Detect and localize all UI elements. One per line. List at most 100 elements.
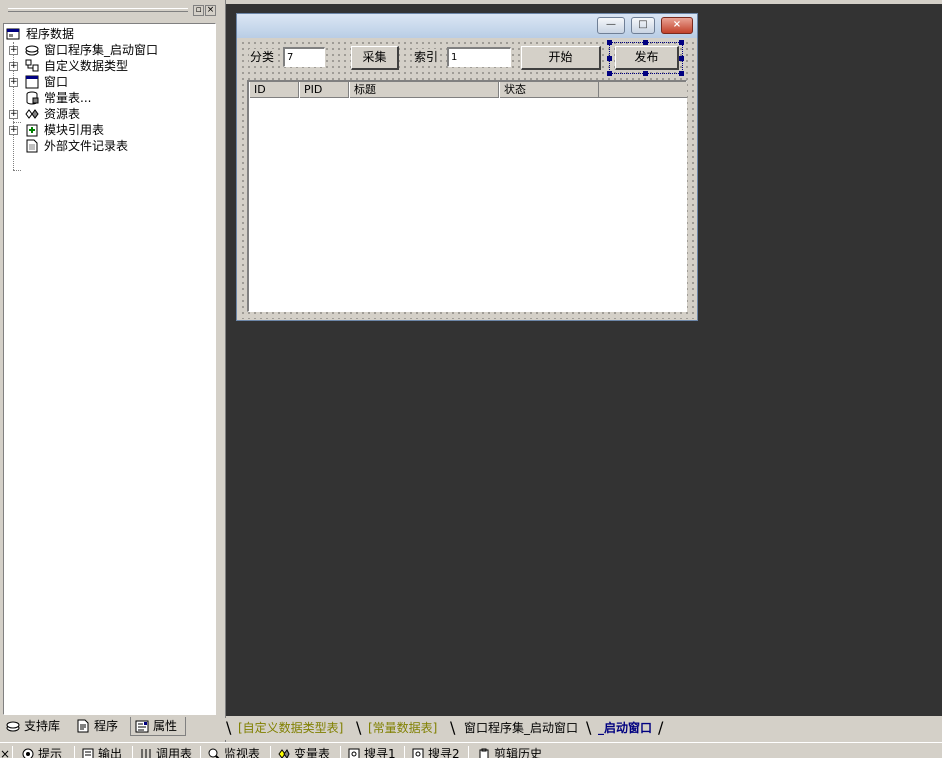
divider <box>404 746 405 758</box>
tab-separator: \ <box>226 718 232 737</box>
tab-startup-window[interactable]: _启动窗口 <box>598 718 652 738</box>
divider <box>340 746 341 758</box>
tab-hints[interactable]: 提示 <box>22 747 62 758</box>
left-panel: ▫ × 程序数据 + 窗口程序集_启动窗口 + 自定义数据类型 + 窗口 常量表… <box>0 0 222 742</box>
tree-item-custom-types[interactable]: + 自定义数据类型 <box>4 58 204 74</box>
resize-handle[interactable] <box>607 71 612 76</box>
column-header-id[interactable]: ID <box>249 82 299 98</box>
tab-window-assembly[interactable]: 窗口程序集_启动窗口 <box>464 718 578 738</box>
tab-label: 搜寻1 <box>364 747 396 758</box>
hint-icon <box>22 748 34 758</box>
tab-constant-table[interactable]: [常量数据表] <box>368 718 437 738</box>
tab-label: 输出 <box>98 747 123 758</box>
category-input[interactable]: 7 <box>283 47 325 67</box>
tree-item-window-assembly[interactable]: + 窗口程序集_启动窗口 <box>4 42 204 58</box>
data-type-icon <box>25 59 39 72</box>
tree-item-windows[interactable]: + 窗口 <box>4 74 204 90</box>
assembly-icon <box>25 45 39 56</box>
close-icon: × <box>206 5 215 15</box>
close-icon: × <box>672 19 682 30</box>
panel-splitter[interactable] <box>218 0 226 742</box>
resize-handle[interactable] <box>679 40 684 45</box>
clipboard-icon <box>479 748 489 758</box>
expand-toggle[interactable]: + <box>9 46 18 55</box>
tab-variable-table[interactable]: 变量表 <box>278 747 330 758</box>
tab-clipboard-history[interactable]: 剪辑历史 <box>478 747 542 758</box>
resize-handle[interactable] <box>643 40 648 45</box>
call-table-icon <box>141 749 151 758</box>
design-workspace[interactable]: — □ × 分类 7 采集 索引 1 开始 发布 ID PID 标题 状态 <box>226 4 942 716</box>
minimize-icon: — <box>606 19 616 30</box>
form-titlebar[interactable]: — □ × <box>237 14 697 38</box>
program-icon <box>77 719 89 733</box>
bottom-close-button[interactable]: × <box>0 747 10 758</box>
module-icon <box>26 124 38 137</box>
tab-label: 属性 <box>153 719 178 733</box>
minimize-button[interactable]: — <box>597 17 625 34</box>
expand-toggle[interactable]: + <box>9 110 18 119</box>
tab-call-table[interactable]: 调用表 <box>140 747 192 758</box>
maximize-button[interactable]: □ <box>631 17 655 34</box>
resize-handle[interactable] <box>607 40 612 45</box>
tab-label: 提示 <box>38 747 63 758</box>
tab-support-library[interactable]: 支持库 <box>2 717 72 736</box>
resize-handle[interactable] <box>679 56 684 61</box>
start-button[interactable]: 开始 <box>521 46 601 70</box>
resize-handle[interactable] <box>679 71 684 76</box>
watch-icon <box>208 748 220 758</box>
expand-toggle[interactable]: + <box>9 62 18 71</box>
panel-drag-grip[interactable] <box>8 8 188 12</box>
output-icon <box>82 748 94 758</box>
expand-toggle[interactable]: + <box>9 78 18 87</box>
panel-close-button[interactable]: × <box>205 5 216 16</box>
form-designer-window[interactable]: — □ × 分类 7 采集 索引 1 开始 发布 ID PID 标题 状态 <box>236 13 698 321</box>
tree-item-label: 模块引用表 <box>44 123 105 137</box>
column-header-title[interactable]: 标题 <box>349 82 499 98</box>
results-listview[interactable]: ID PID 标题 状态 <box>247 80 687 312</box>
tab-watch-table[interactable]: 监视表 <box>208 747 260 758</box>
tree-item-label: 自定义数据类型 <box>44 59 129 73</box>
document-tabs: \ [自定义数据类型表] \ [常量数据表] \ 窗口程序集_启动窗口 \ _启… <box>222 718 942 740</box>
divider <box>74 746 75 758</box>
tab-custom-data-types[interactable]: [自定义数据类型表] <box>238 718 343 738</box>
tab-properties[interactable]: 属性 <box>130 717 186 736</box>
library-icon <box>6 721 20 732</box>
column-header-pid[interactable]: PID <box>299 82 349 98</box>
tree-item-external-files[interactable]: 外部文件记录表 <box>4 138 204 154</box>
search-icon <box>412 748 424 758</box>
tree-item-label: 资源表 <box>44 107 81 121</box>
panel-restore-button[interactable]: ▫ <box>193 5 204 16</box>
tab-label: 程序 <box>94 719 119 733</box>
tree-item-resources[interactable]: + 资源表 <box>4 106 204 122</box>
divider <box>270 746 271 758</box>
tab-output[interactable]: 输出 <box>82 747 122 758</box>
tab-search-1[interactable]: 搜寻1 <box>348 747 396 758</box>
category-label: 分类 <box>249 49 276 65</box>
tab-label: 变量表 <box>294 747 331 758</box>
tree-item-module-references[interactable]: + 模块引用表 <box>4 122 204 138</box>
expand-toggle[interactable]: + <box>9 126 18 135</box>
tab-search-2[interactable]: 搜寻2 <box>412 747 460 758</box>
tab-separator: / <box>658 718 664 737</box>
index-input[interactable]: 1 <box>447 47 511 67</box>
tree-connector <box>13 170 21 171</box>
variable-icon <box>278 749 290 758</box>
program-data-icon <box>6 28 20 40</box>
resize-handle[interactable] <box>607 56 612 61</box>
listview-header: ID PID 标题 状态 <box>249 82 687 98</box>
program-tree[interactable]: 程序数据 + 窗口程序集_启动窗口 + 自定义数据类型 + 窗口 常量表... … <box>3 23 216 715</box>
tab-program[interactable]: 程序 <box>72 717 128 736</box>
tab-label: 搜寻2 <box>428 747 460 758</box>
tree-item-label: 窗口 <box>44 75 69 89</box>
form-client-area[interactable]: 分类 7 采集 索引 1 开始 发布 ID PID 标题 状态 <box>239 39 695 319</box>
tree-item-constants[interactable]: 常量表... <box>4 90 204 106</box>
resize-handle[interactable] <box>643 71 648 76</box>
divider <box>132 746 133 758</box>
column-header-status[interactable]: 状态 <box>499 82 599 98</box>
resources-icon <box>25 109 39 119</box>
divider <box>200 746 201 758</box>
tree-item-label: 外部文件记录表 <box>44 139 129 153</box>
window-icon <box>25 75 39 89</box>
collect-button[interactable]: 采集 <box>351 46 399 70</box>
window-close-button[interactable]: × <box>661 17 693 34</box>
